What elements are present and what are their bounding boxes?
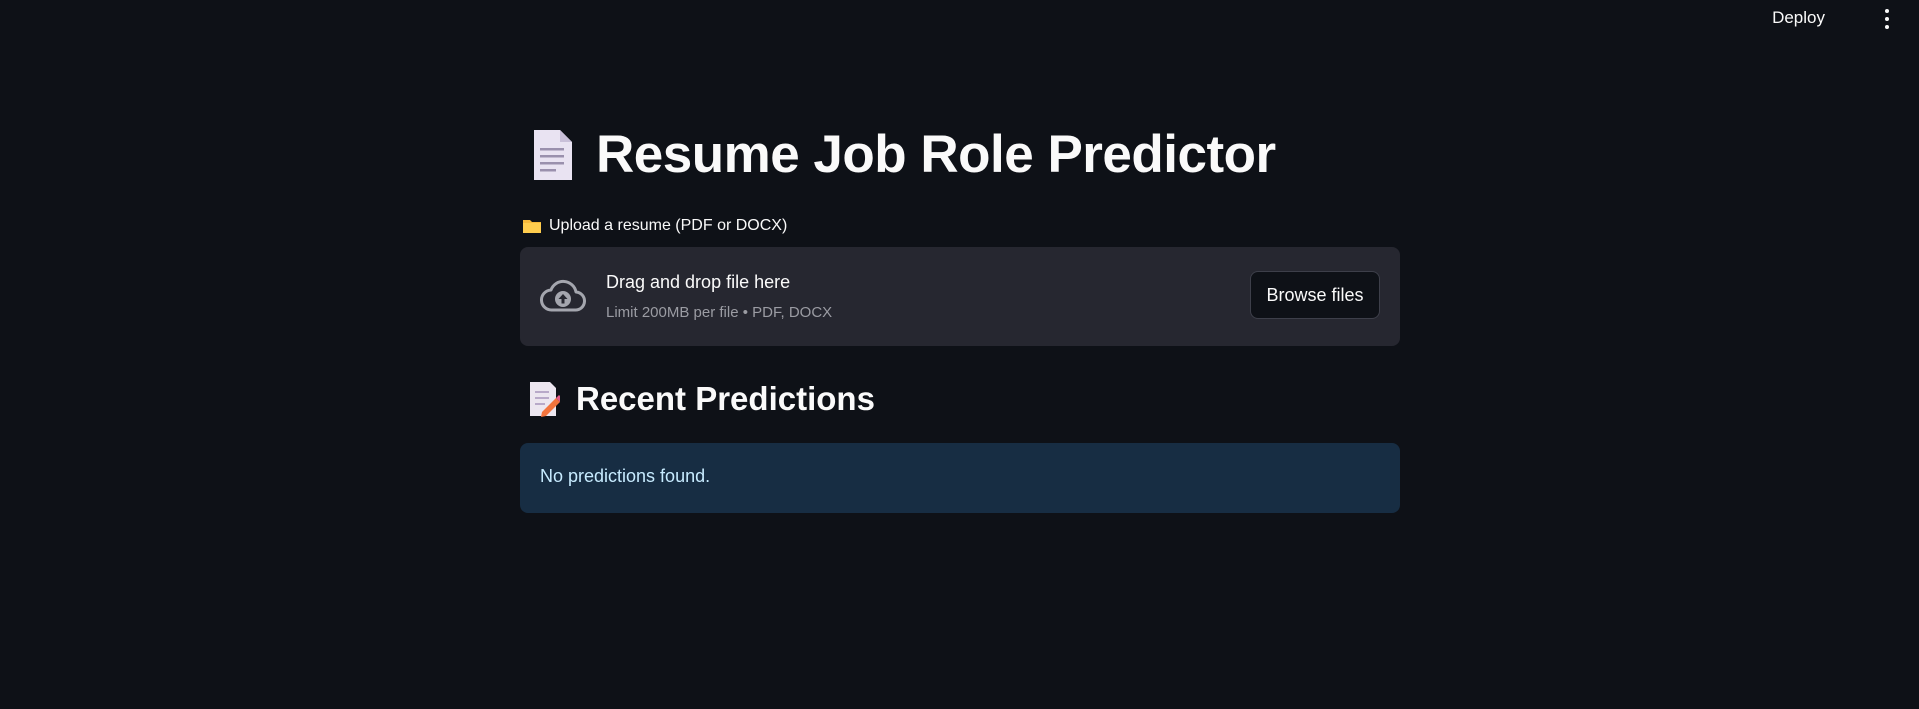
uploader-label: Upload a resume (PDF or DOCX) <box>549 217 788 234</box>
recent-predictions-heading: Recent Predictions <box>576 380 875 417</box>
kebab-menu-icon[interactable] <box>1883 9 1891 29</box>
folder-icon <box>523 220 541 233</box>
deploy-button[interactable]: Deploy <box>1772 8 1825 28</box>
dropzone-subtitle: Limit 200MB per file • PDF, DOCX <box>606 304 833 321</box>
uploader-label-row: Upload a resume (PDF or DOCX) <box>522 217 787 235</box>
page-title: Resume Job Role Predictor <box>596 125 1276 184</box>
memo-icon <box>530 382 560 417</box>
recent-predictions-heading-row: Recent Predictions <box>528 380 875 418</box>
page-document-icon <box>534 129 572 180</box>
browse-files-button[interactable]: Browse files <box>1250 271 1380 319</box>
dropzone-title: Drag and drop file here <box>606 272 791 292</box>
file-dropzone[interactable]: Drag and drop file here Limit 200MB per … <box>520 247 1400 346</box>
page-title-row: Resume Job Role Predictor <box>530 124 1276 185</box>
info-alert: No predictions found. <box>520 443 1400 513</box>
top-toolbar: Deploy <box>0 0 1919 40</box>
cloud-upload-icon <box>540 279 586 312</box>
no-predictions-message: No predictions found. <box>540 466 711 486</box>
